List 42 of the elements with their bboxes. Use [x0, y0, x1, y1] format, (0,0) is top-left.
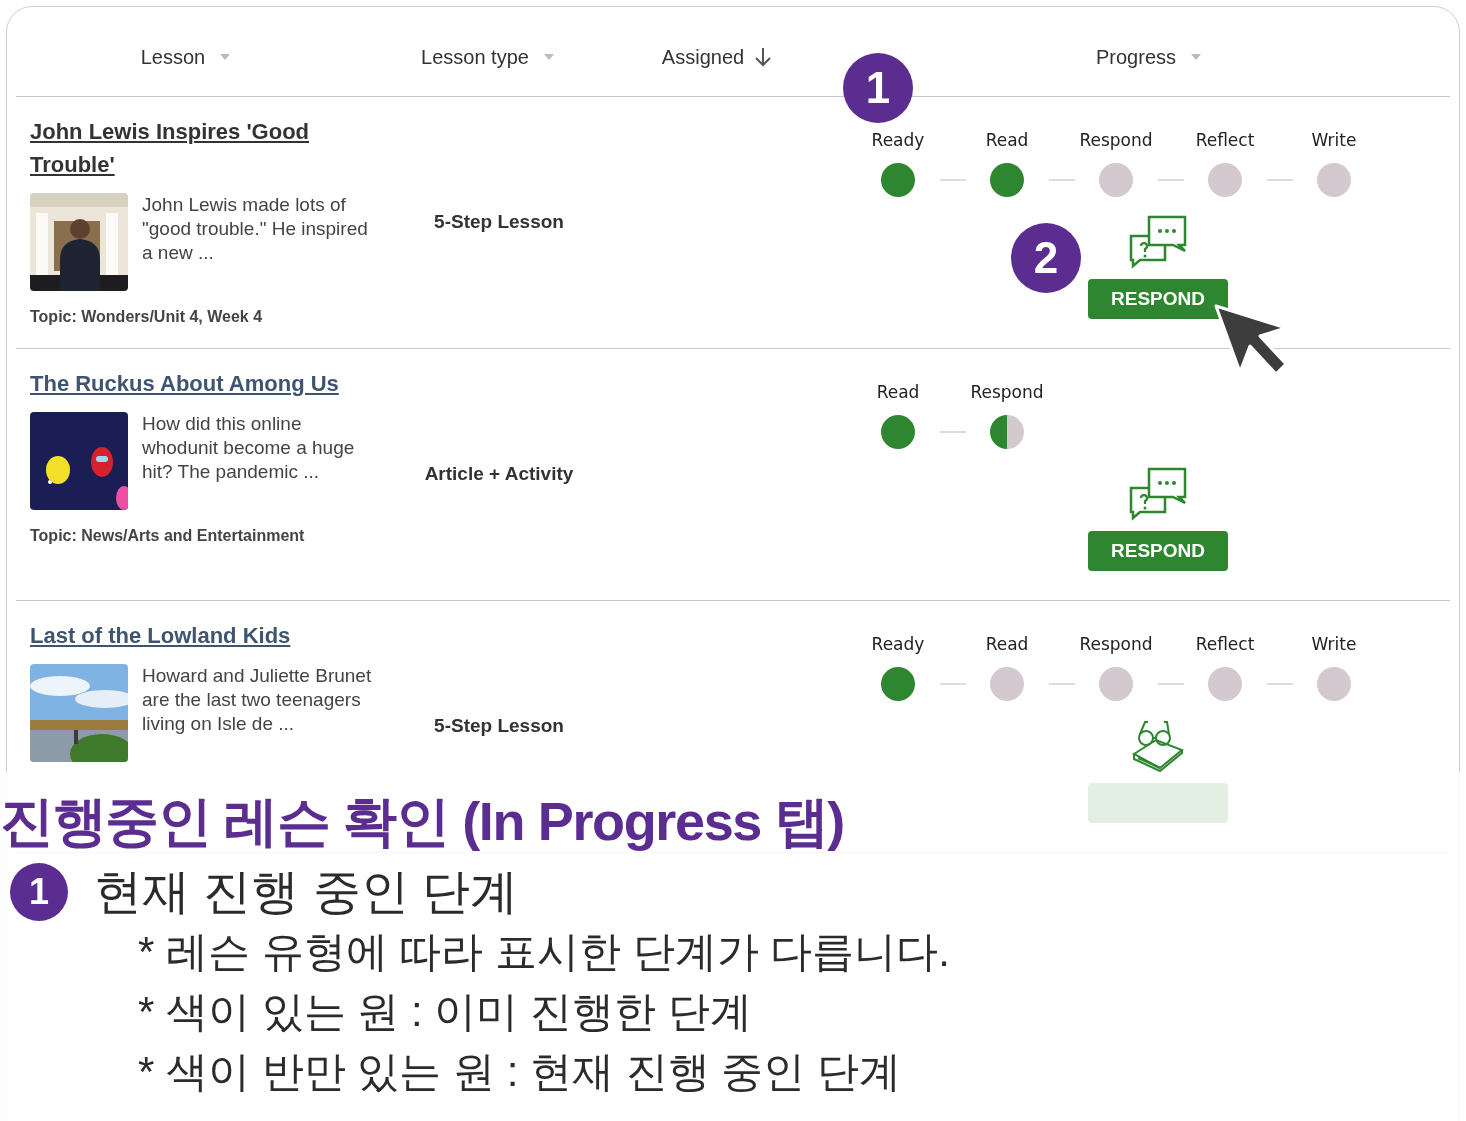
lesson-description: How did this online whodunit become a huge hit? The pandemic ... — [142, 412, 356, 484]
lesson-title-link[interactable]: The Ruckus About Among Us — [30, 367, 370, 400]
step-label: Reflect — [1195, 129, 1255, 151]
lesson-title-link[interactable]: Last of the Lowland Kids — [30, 619, 370, 652]
caret-icon — [542, 52, 555, 61]
lesson-type: 5-Step Lesson — [434, 714, 564, 739]
lesson-title-link[interactable]: John Lewis Inspires 'Good Trouble' — [30, 115, 370, 181]
step-label: Read — [985, 129, 1029, 151]
annotation-title: 진행중인 레슨 확인 (In Progress 탭) — [0, 790, 845, 853]
annotation-note: * 색이 반만 있는 원 : 현재 진행 중인 단계 — [138, 1047, 903, 1097]
step-label: Ready — [871, 633, 925, 655]
number-callout: 2 — [1011, 223, 1081, 293]
lesson-type: Article + Activity — [424, 462, 574, 487]
step-label: Ready — [871, 129, 925, 151]
step-label: Write — [1311, 633, 1357, 655]
annotation-note: * 색이 있는 원 : 이미 진행한 단계 — [138, 987, 753, 1037]
action-button[interactable]: RESPOND — [1088, 279, 1228, 319]
step-label: Respond — [970, 381, 1044, 403]
arrow-down-icon — [754, 46, 773, 67]
book-glasses-icon — [1130, 718, 1186, 774]
column-header[interactable]: Progress — [1096, 41, 1202, 72]
number-badge: 1 — [10, 863, 68, 921]
step-label: Respond — [1079, 129, 1153, 151]
lesson-type: 5-Step Lesson — [434, 210, 564, 235]
number-callout: 1 — [843, 53, 913, 123]
caret-icon — [1190, 52, 1202, 61]
caret-icon — [219, 52, 232, 61]
step-label: Reflect — [1195, 633, 1255, 655]
column-header[interactable]: Lesson type — [421, 41, 555, 72]
column-header[interactable]: Assigned — [661, 41, 773, 72]
step-label: Respond — [1079, 633, 1153, 655]
step-label: Read — [985, 633, 1029, 655]
step-label: Write — [1311, 129, 1357, 151]
annotation-note: * 레슨 유형에 따라 표시한 단계가 다릅니다. — [138, 927, 952, 977]
lesson-description: John Lewis made lots of "good trouble." He inspired a new ... — [142, 193, 369, 265]
lesson-description: Howard and Juliette Brunet are the last two teenagers living on Isle de ... — [142, 664, 373, 736]
lesson-topic: Topic: Wonders/Unit 4, Week 4 — [30, 307, 264, 327]
action-button[interactable]: RESPOND — [1088, 531, 1228, 571]
step-label: Read — [876, 381, 920, 403]
lesson-topic: Topic: News/Arts and Entertainment — [30, 526, 306, 546]
annotation-heading: 현재 진행 중인 단계 — [94, 864, 518, 920]
column-header[interactable]: Lesson — [140, 41, 232, 72]
